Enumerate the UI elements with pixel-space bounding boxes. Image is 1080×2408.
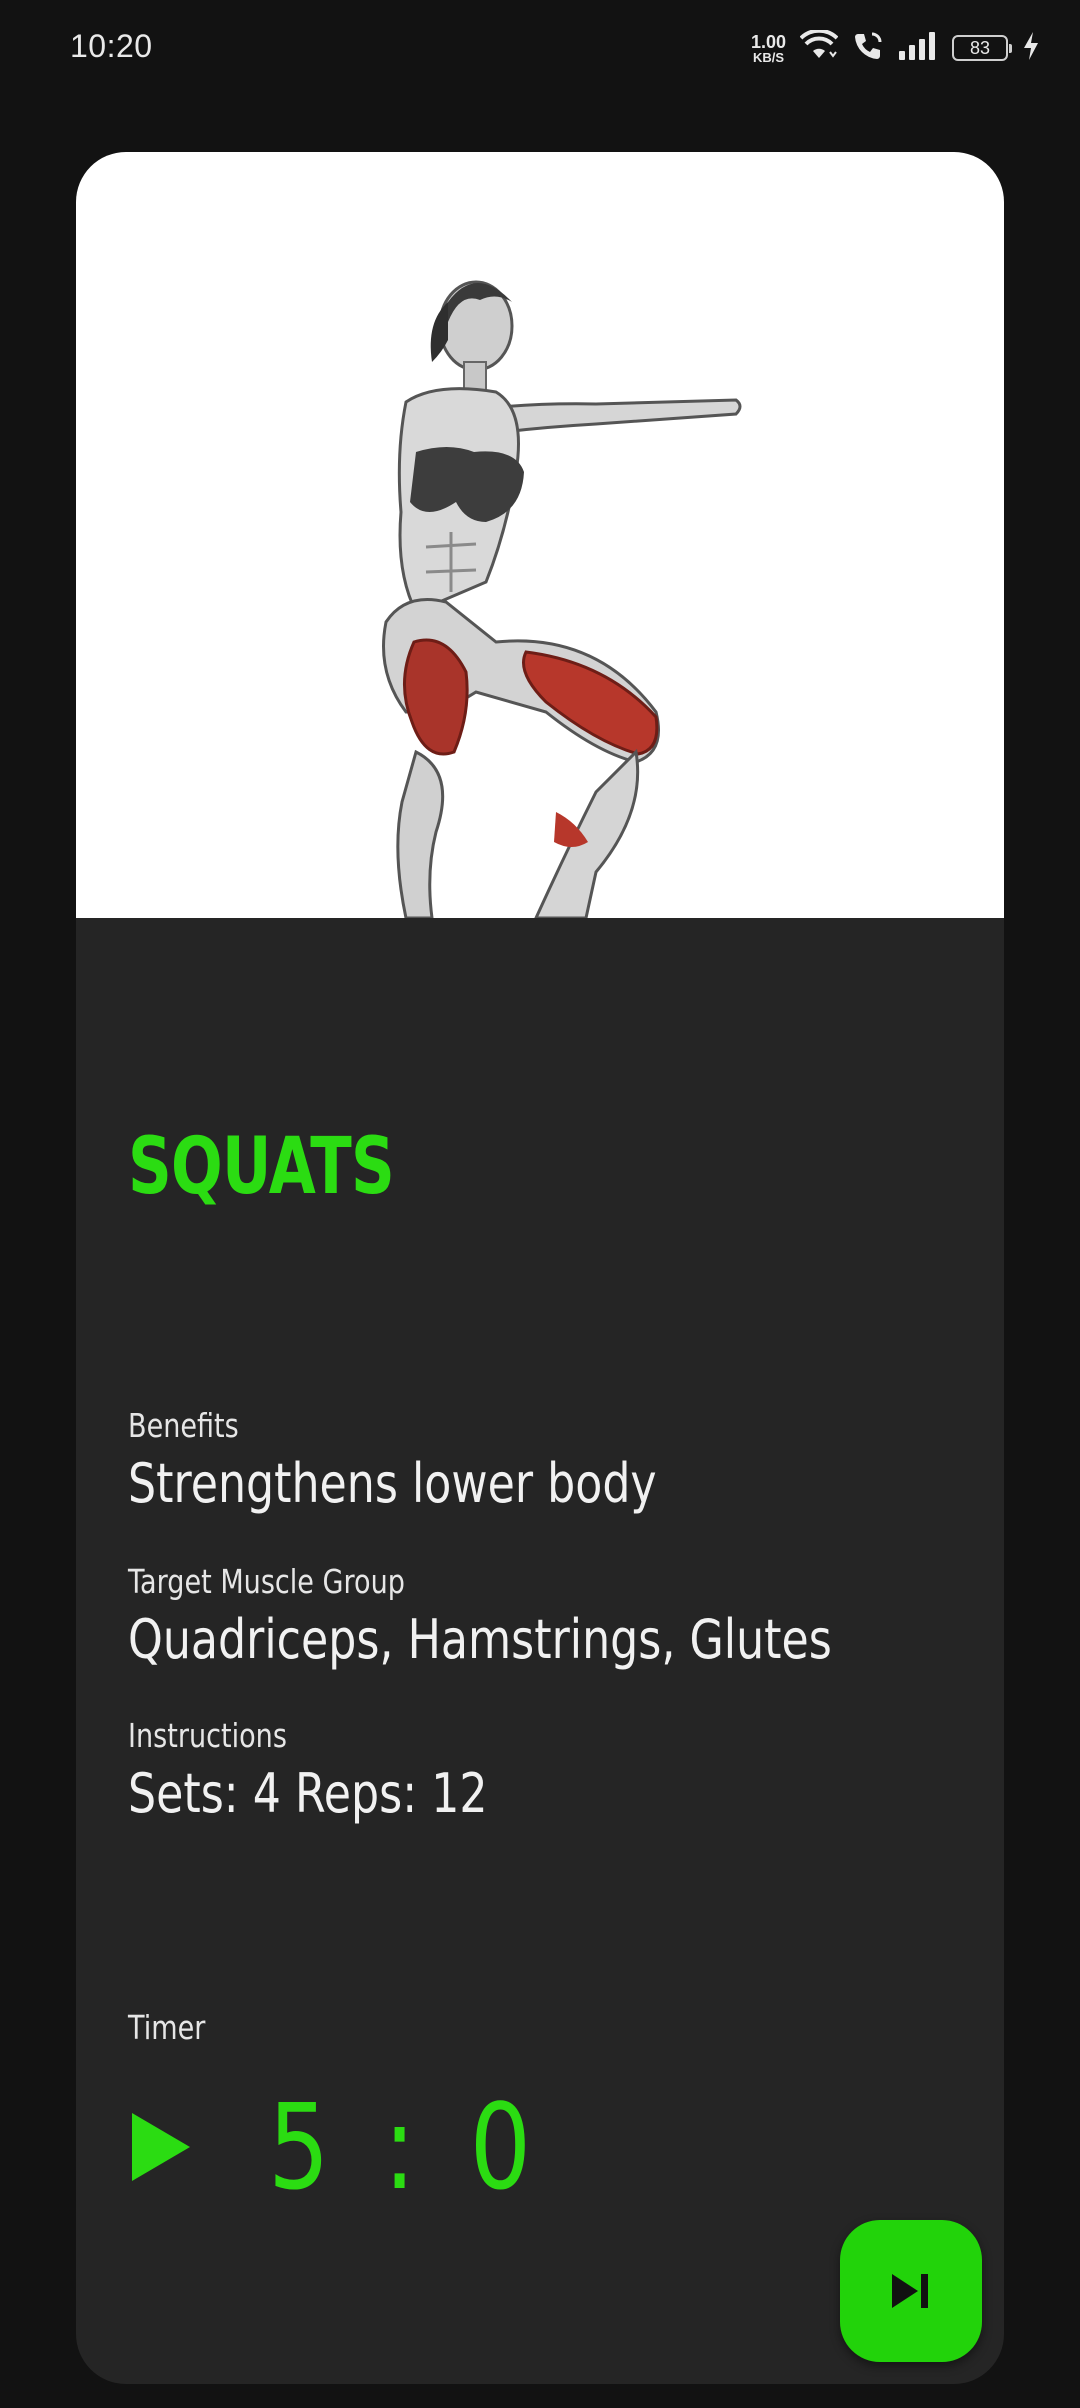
status-icons: 1.00 KB/S 83: [751, 28, 1040, 68]
network-speed-value: 1.00: [750, 31, 786, 52]
play-button[interactable]: [128, 2092, 218, 2202]
timer-row: 5 : 0: [128, 2072, 603, 2222]
target-muscle-value: Quadriceps, Hamstrings, Glutes: [128, 1608, 832, 1671]
charging-icon: [1022, 31, 1040, 66]
signal-icon: [898, 31, 938, 66]
benefits-label: Benefits: [128, 1406, 239, 1445]
exercise-image: [76, 152, 1004, 918]
timer-value: 5 : 0: [268, 2078, 543, 2216]
status-bar: 10:20 1.00 KB/S 83: [0, 0, 1080, 96]
benefits-value: Strengthens lower body: [128, 1452, 657, 1515]
network-speed: 1.00 KB/S: [751, 33, 786, 64]
exercise-title: SQUATS: [128, 1122, 395, 1212]
timer-label: Timer: [128, 2008, 206, 2047]
squat-illustration: [382, 280, 742, 918]
wifi-icon: [799, 28, 839, 67]
skip-next-icon: [892, 2274, 928, 2308]
battery-level: 83: [969, 37, 991, 58]
target-muscle-label: Target Muscle Group: [128, 1562, 405, 1601]
exercise-card: SQUATS Benefits Strengthens lower body T…: [76, 152, 1004, 2384]
battery-icon: 83: [952, 35, 1012, 61]
wifi-call-icon: [852, 30, 884, 67]
skip-next-button[interactable]: [840, 2220, 982, 2362]
instructions-value: Sets: 4 Reps: 12: [128, 1762, 488, 1825]
play-icon: [132, 2113, 190, 2181]
status-time: 10:20: [70, 28, 153, 64]
instructions-label: Instructions: [128, 1716, 287, 1755]
network-speed-unit: KB/S: [752, 49, 784, 65]
